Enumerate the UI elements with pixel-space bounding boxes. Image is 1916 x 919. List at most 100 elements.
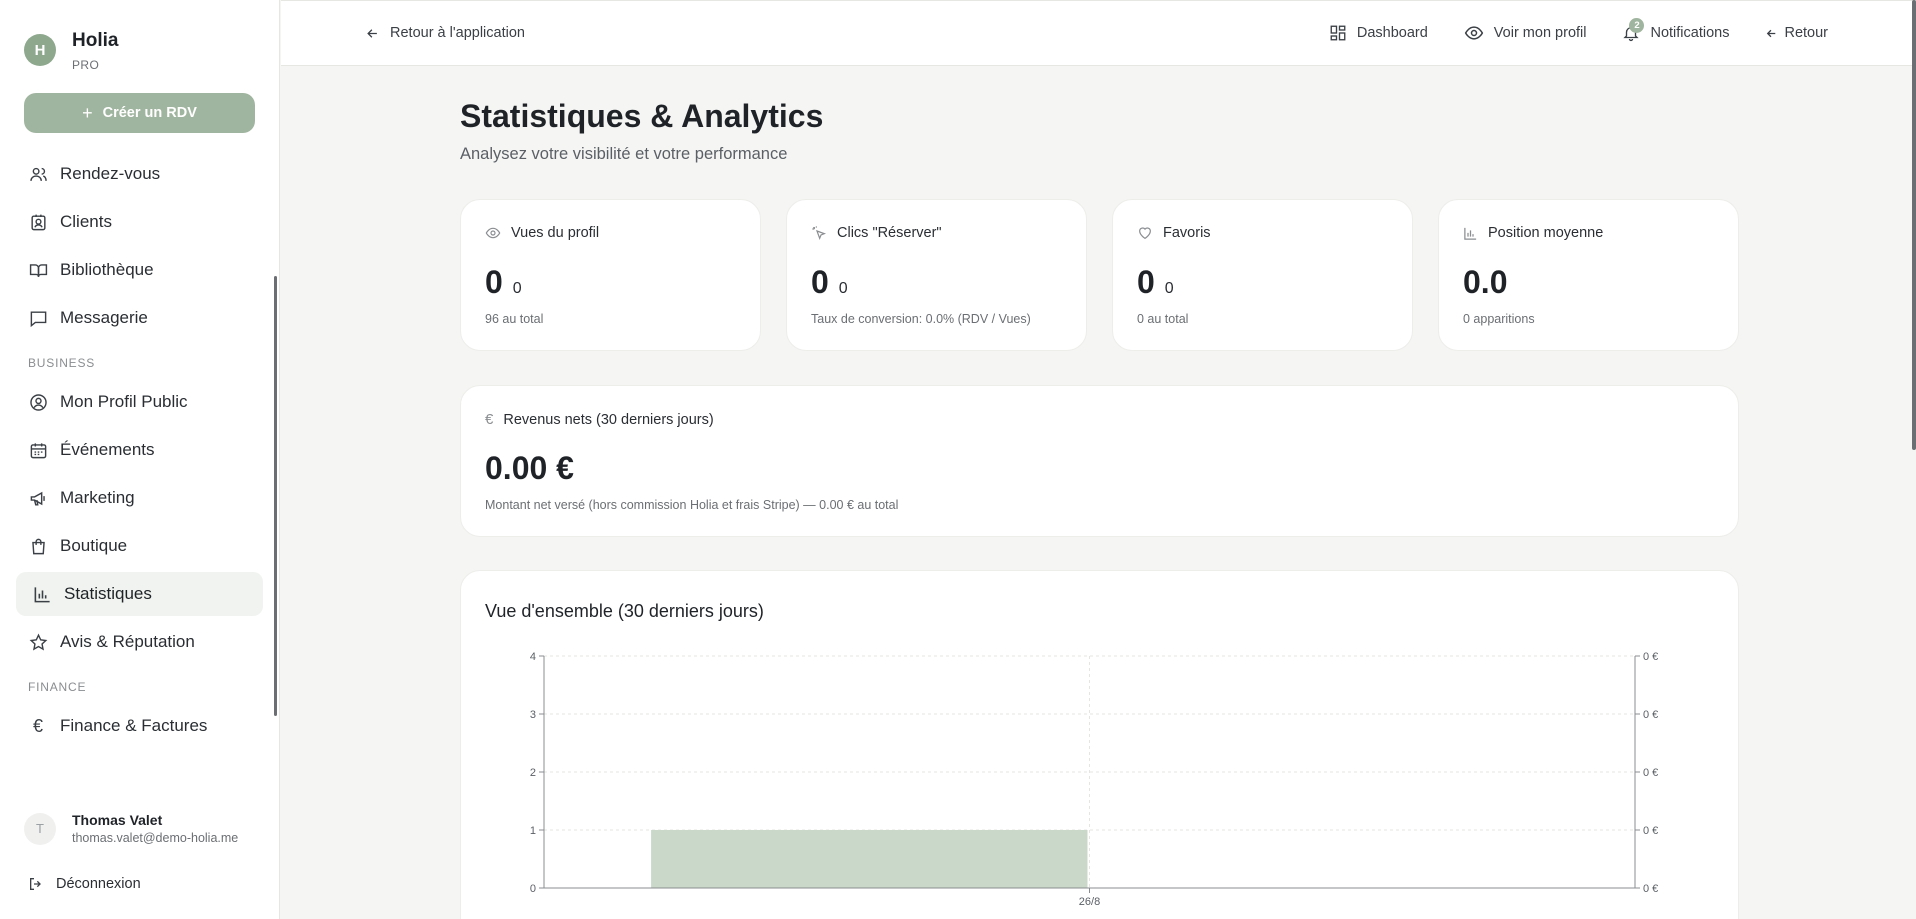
stat-value: 0	[1137, 264, 1155, 300]
brand-tier: PRO	[72, 58, 100, 72]
y-tick-label: 4	[530, 651, 536, 663]
overview-chart-card: Vue d'ensemble (30 derniers jours) 0 0 € 1…	[460, 570, 1739, 919]
sidebar-item-label: Avis & Réputation	[60, 632, 195, 651]
stat-foot: 0 au total	[1137, 312, 1189, 326]
sidebar-item-messagerie[interactable]: Messagerie	[16, 296, 263, 340]
y2-tick-label: 0 €	[1643, 767, 1658, 779]
sidebar-item-label: Mon Profil Public	[60, 392, 188, 411]
message-icon	[28, 308, 48, 328]
section-finance: FINANCE	[28, 680, 87, 694]
stat-card-clicks: Clics "Réserver" 00 Taux de conversion: …	[786, 199, 1087, 351]
stat-foot: 96 au total	[485, 312, 544, 326]
top-links: Dashboard Voir mon profil 2 Notification…	[1293, 18, 1828, 43]
sidebar-item-label: Finance & Factures	[60, 716, 208, 735]
y-tick-label: 2	[530, 767, 536, 779]
avatar: T	[24, 812, 56, 845]
user-profile[interactable]: T Thomas Valet thomas.valet@demo-holia.m…	[24, 812, 238, 845]
stat-card-position: Position moyenne 0.0 0 apparitions	[1438, 199, 1739, 351]
sidebar-item-statistiques[interactable]: Statistiques	[16, 572, 263, 616]
back-to-app-link[interactable]: Retour à l'application	[365, 25, 525, 41]
sidebar-item-label: Rendez-vous	[60, 164, 161, 183]
sidebar-item-label: Marketing	[60, 488, 135, 507]
sidebar-item-bibliotheque[interactable]: Bibliothèque	[16, 248, 263, 292]
euro-icon: €	[32, 715, 43, 736]
x-tick-label: 26/8	[1079, 896, 1100, 908]
page-scrollbar[interactable]	[1912, 0, 1916, 450]
brand-avatar: H	[24, 34, 56, 66]
sidebar-scrollbar[interactable]	[274, 276, 277, 716]
stat-label: Favoris	[1163, 225, 1211, 241]
logout-icon	[28, 876, 44, 892]
sidebar-item-evenements[interactable]: Événements	[16, 428, 263, 472]
notifications-link[interactable]: 2 Notifications	[1622, 18, 1730, 42]
stat-label: Position moyenne	[1488, 225, 1604, 241]
user-circle-icon	[28, 392, 48, 412]
book-icon	[28, 260, 48, 280]
sidebar-item-rendez-vous[interactable]: Rendez-vous	[16, 152, 263, 196]
top-bar: Retour à l'application Dashboard Voir mo…	[281, 0, 1916, 66]
sidebar-item-label: Clients	[60, 212, 112, 231]
sidebar-item-avis[interactable]: Avis & Réputation	[16, 620, 263, 664]
stat-value: 0	[485, 264, 503, 300]
sidebar-item-boutique[interactable]: Boutique	[16, 524, 263, 568]
retour-label: Retour	[1784, 25, 1828, 41]
stat-label: Clics "Réserver"	[837, 225, 942, 241]
stat-card-views: Vues du profil 00 96 au total	[460, 199, 761, 351]
brand-name: Holia	[72, 30, 119, 51]
sidebar-item-label: Statistiques	[64, 584, 152, 603]
view-profile-link[interactable]: Voir mon profil	[1464, 23, 1586, 43]
stat-foot: 0 apparitions	[1463, 312, 1535, 326]
user-name: Thomas Valet	[72, 812, 163, 828]
stat-delta: 0	[838, 280, 848, 297]
overview-chart: 0 0 € 1 0 € 2 0 € 3 0 € 4 0 € 26/8	[530, 651, 1658, 908]
sidebar-item-clients[interactable]: Clients	[16, 200, 263, 244]
create-appointment-label: Créer un RDV	[102, 105, 197, 121]
star-icon	[28, 632, 48, 652]
calendar-icon	[28, 440, 48, 460]
sidebar-item-profil-public[interactable]: Mon Profil Public	[16, 380, 263, 424]
plus-icon: +	[82, 103, 93, 123]
user-email: thomas.valet@demo-holia.me	[72, 831, 239, 845]
y2-tick-label: 0 €	[1643, 651, 1658, 663]
revenue-card: € Revenus nets (30 derniers jours) 0.00 …	[460, 385, 1739, 537]
y2-tick-label: 0 €	[1643, 883, 1658, 895]
stat-foot: Taux de conversion: 0.0% (RDV / Vues)	[811, 312, 1031, 326]
sidebar: H Holia PRO + Créer un RDV Rendez-vous C…	[0, 0, 280, 919]
stat-delta: 0	[1164, 280, 1174, 297]
chart-bar	[651, 830, 1088, 888]
sidebar-item-label: Messagerie	[60, 308, 148, 327]
y-tick-label: 1	[530, 825, 536, 837]
logout-button[interactable]: Déconnexion	[28, 876, 141, 892]
revenue-value: 0.00 €	[485, 450, 574, 486]
notifications-label: Notifications	[1650, 25, 1730, 41]
dashboard-link[interactable]: Dashboard	[1329, 24, 1428, 42]
brand[interactable]: H Holia PRO	[24, 28, 118, 72]
stat-card-favorites: Favoris 00 0 au total	[1112, 199, 1413, 351]
section-business: BUSINESS	[28, 356, 96, 370]
create-appointment-button[interactable]: + Créer un RDV	[24, 93, 255, 133]
sidebar-item-marketing[interactable]: Marketing	[16, 476, 263, 520]
stat-value: 0	[811, 264, 829, 300]
chart-title: Vue d'ensemble (30 derniers jours)	[485, 601, 764, 621]
sidebar-nav: Rendez-vous Clients Bibliothèque Message…	[16, 152, 263, 752]
heart-icon	[1137, 225, 1153, 241]
euro-icon: €	[485, 411, 494, 428]
page-subtitle: Analysez votre visibilité et votre perfo…	[460, 145, 788, 163]
y-tick-label: 0	[530, 883, 536, 895]
back-to-app-label: Retour à l'application	[390, 25, 525, 41]
sidebar-item-label: Boutique	[60, 536, 128, 555]
retour-link[interactable]: Retour	[1765, 25, 1828, 41]
sidebar-item-label: Événements	[60, 440, 155, 459]
logout-label: Déconnexion	[56, 876, 141, 892]
pointer-click-icon	[811, 225, 827, 241]
y2-tick-label: 0 €	[1643, 825, 1658, 837]
y-tick-label: 3	[530, 709, 536, 721]
eye-icon	[485, 225, 501, 241]
page-title: Statistiques & Analytics	[460, 98, 824, 134]
megaphone-icon	[28, 488, 48, 508]
bar-chart-icon	[1463, 226, 1478, 241]
sidebar-item-finance[interactable]: € Finance & Factures	[16, 704, 263, 748]
sidebar-item-label: Bibliothèque	[60, 260, 154, 279]
y2-tick-label: 0 €	[1643, 709, 1658, 721]
revenue-foot: Montant net versé (hors commission Holia…	[485, 498, 899, 512]
